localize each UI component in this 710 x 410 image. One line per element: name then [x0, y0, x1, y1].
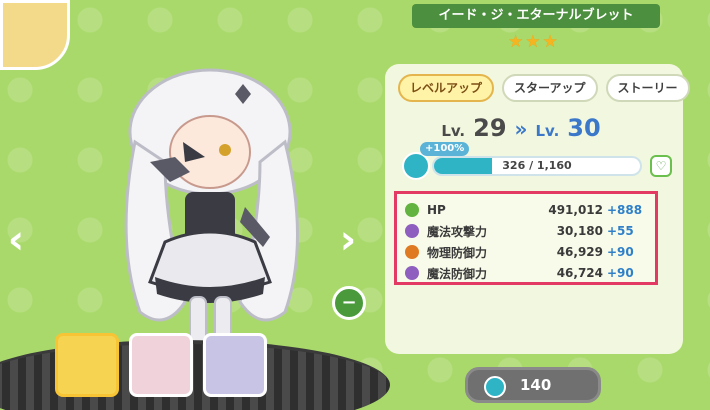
exp-progress-bar: 326 / 1,160 — [432, 156, 642, 176]
current-level: 29 — [473, 114, 507, 142]
stat-bonus: +888 — [607, 203, 643, 217]
star-icon: ★ — [525, 32, 541, 52]
heart-icon — [405, 203, 419, 217]
stat-row: 物理防御力 46,929 +90 — [405, 242, 647, 262]
exp-progress-text: 326 / 1,160 — [502, 159, 572, 172]
new-level-prefix: Lv. — [535, 122, 560, 140]
magic-attack-icon — [405, 224, 419, 238]
exp-potion-icon — [484, 376, 506, 398]
stat-bonus: +90 — [607, 245, 634, 259]
character-thumbnail[interactable] — [55, 333, 119, 397]
tab-story[interactable]: ストーリー — [605, 74, 690, 102]
star-icon: ★ — [542, 32, 558, 52]
stat-value: 46,929 — [556, 245, 603, 259]
level-display: Lv. 29 » Lv. 30 — [396, 114, 646, 144]
exp-bonus-badge: +100% — [420, 142, 470, 156]
stat-label: 魔法防御力 — [427, 266, 488, 281]
current-level-prefix: Lv. — [441, 122, 466, 140]
exp-potion-icon — [402, 152, 430, 180]
stat-label: 物理防御力 — [427, 245, 488, 260]
confirm-cost: 140 — [520, 376, 552, 394]
character-thumbnails — [55, 333, 267, 397]
favorite-button[interactable]: ♡ — [650, 155, 672, 177]
top-avatar[interactable] — [0, 0, 70, 70]
physical-defense-icon — [405, 245, 419, 259]
stat-row: 魔法攻撃力 30,180 +55 — [405, 221, 647, 241]
character-thumbnail[interactable] — [129, 333, 193, 397]
prev-character-arrow[interactable]: ‹ — [4, 220, 28, 260]
next-character-arrow[interactable]: › — [336, 220, 360, 260]
stat-bonus: +90 — [607, 266, 634, 280]
tab-bar: レベルアップ スターアップ ストーリー — [398, 74, 690, 102]
stat-row: 魔法防御力 46,724 +90 — [405, 263, 647, 283]
stat-value: 46,724 — [556, 266, 603, 280]
tab-star-up[interactable]: スターアップ — [502, 74, 598, 102]
stat-value: 491,012 — [548, 203, 603, 217]
stat-label: HP — [427, 203, 446, 217]
stats-box: HP 491,012 +888 魔法攻撃力 30,180 +55 物理防御力 4… — [394, 191, 658, 285]
new-level: 30 — [567, 114, 601, 142]
character-name: イード・ジ・エターナルブレット — [412, 4, 660, 28]
stat-value: 30,180 — [556, 224, 603, 238]
tab-level-up[interactable]: レベルアップ — [398, 74, 495, 102]
zoom-out-button[interactable]: − — [332, 286, 366, 320]
stat-bonus: +55 — [607, 224, 634, 238]
stat-row: HP 491,012 +888 — [405, 200, 647, 220]
character-illustration — [124, 68, 299, 353]
star-rating: ★ ★ ★ — [508, 34, 558, 51]
level-arrow-icon: » — [514, 117, 528, 141]
level-up-confirm-button[interactable]: 140 — [465, 367, 601, 403]
stat-label: 魔法攻撃力 — [427, 224, 488, 239]
character-thumbnail[interactable] — [203, 333, 267, 397]
star-icon: ★ — [508, 32, 524, 52]
magic-defense-icon — [405, 266, 419, 280]
